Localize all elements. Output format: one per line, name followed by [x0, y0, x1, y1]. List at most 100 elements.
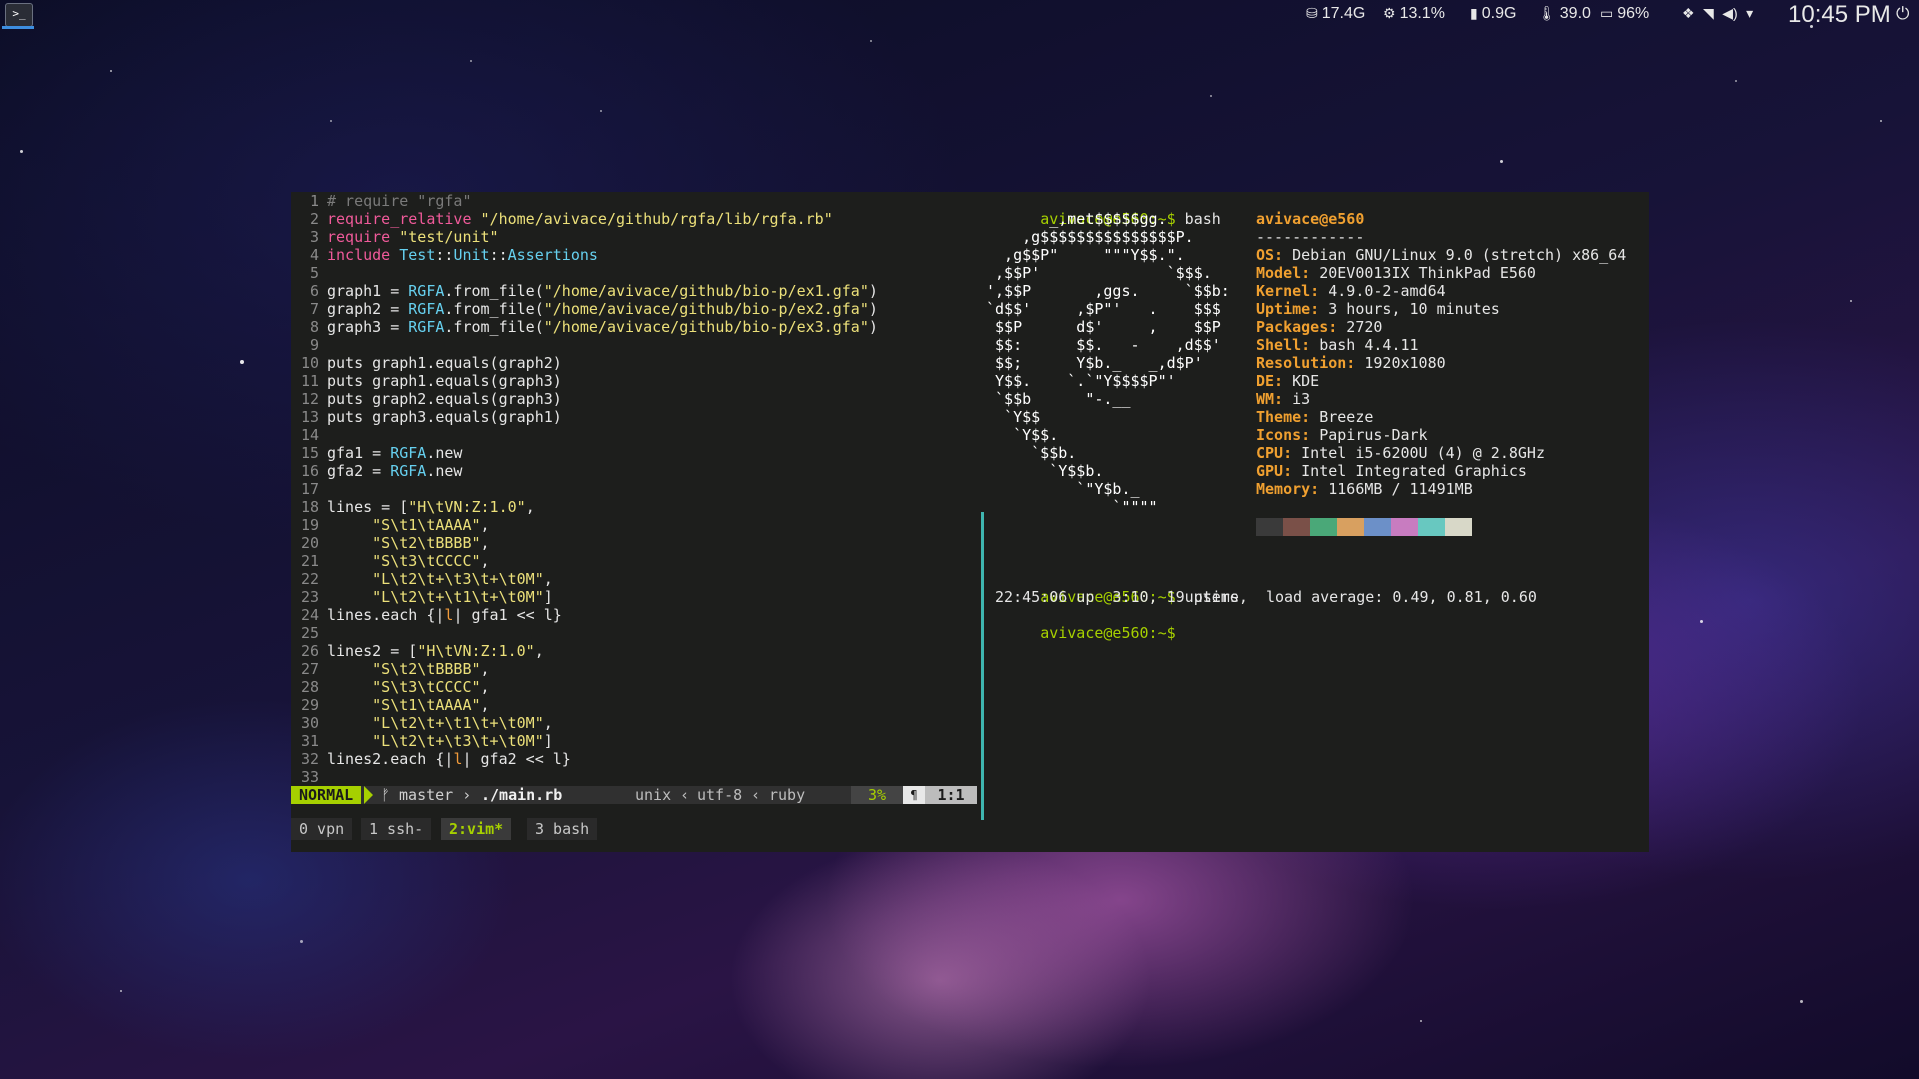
code-line[interactable]: 16 gfa2 = RGFA.new: [291, 462, 977, 480]
code-line[interactable]: 14: [291, 426, 977, 444]
line-number: 12: [300, 390, 319, 408]
code-token: lines.each {|: [327, 606, 445, 624]
code-line[interactable]: 5: [291, 264, 977, 282]
temperature-indicator[interactable]: 🌡 39.0: [1538, 5, 1591, 23]
code-token: ]: [543, 588, 553, 606]
code-line[interactable]: 2 require_relative "/home/avivace/github/…: [291, 210, 977, 228]
code-token: "/home/avivace/github/bio-p/ex2.gfa": [543, 300, 869, 318]
code-token: puts graph2.equals(graph3): [327, 390, 562, 408]
cpu-indicator[interactable]: ⚙ 13.1%: [1383, 5, 1445, 23]
code-line[interactable]: 19 "S\t1\tAAAA",: [291, 516, 977, 534]
ascii-line: $$; Y$b._ _,d$P': [986, 354, 1203, 372]
code-line[interactable]: 28 "S\t3\tCCCC",: [291, 678, 977, 696]
code-token: puts graph1.equals(graph2): [327, 354, 562, 372]
code-line[interactable]: 1 # require "rgfa": [291, 192, 977, 210]
code-line[interactable]: 20 "S\t2\tBBBB",: [291, 534, 977, 552]
code-line[interactable]: 22 "L\t2\t+\t3\t+\t0M",: [291, 570, 977, 588]
line-number: 29: [300, 696, 319, 714]
systray: ❖ ◥ ◀) ▾: [1682, 5, 1757, 23]
code-line[interactable]: 11 puts graph1.equals(graph3): [291, 372, 977, 390]
code-line[interactable]: 29 "S\t1\tAAAA",: [291, 696, 977, 714]
terminal-launcher-icon[interactable]: >_: [5, 3, 33, 27]
code-token: ,: [480, 552, 490, 570]
volume-icon[interactable]: ◀): [1722, 5, 1737, 22]
dropbox-icon[interactable]: ❖: [1682, 5, 1695, 22]
code-line[interactable]: 3 require "test/unit": [291, 228, 977, 246]
code-line[interactable]: 7 graph2 = RGFA.from_file("/home/avivace/…: [291, 300, 977, 318]
code-token: ,: [480, 696, 490, 714]
code-line[interactable]: 33: [291, 768, 977, 786]
code-line[interactable]: 21 "S\t3\tCCCC",: [291, 552, 977, 570]
code-token: ,: [480, 534, 490, 552]
code-line[interactable]: 6 graph1 = RGFA.from_file("/home/avivace/…: [291, 282, 977, 300]
code-line[interactable]: 30 "L\t2\t+\t1\t+\t0M",: [291, 714, 977, 732]
code-line[interactable]: 13 puts graph3.equals(graph1): [291, 408, 977, 426]
tmux-window-tab[interactable]: 2:vim*: [441, 818, 512, 840]
code-token: ): [868, 300, 878, 318]
tmux-window-tab[interactable]: 1 ssh-: [361, 818, 432, 840]
code-token: puts graph1.equals(graph3): [327, 372, 562, 390]
code-token: gfa2 =: [327, 462, 391, 480]
code-line[interactable]: 25: [291, 624, 977, 642]
info-line: CPU: Intel i5-6200U (4) @ 2.8GHz: [1256, 444, 1545, 462]
ram-indicator[interactable]: ▮ 0.9G: [1470, 5, 1516, 23]
info-key: OS:: [1256, 246, 1284, 264]
code-token: .new: [426, 462, 463, 480]
code-line[interactable]: 18 lines = ["H\tVN:Z:1.0",: [291, 498, 977, 516]
git-branch: ᚠ master ›: [381, 786, 472, 804]
code-line[interactable]: 17: [291, 480, 977, 498]
shell-pane[interactable]: avivace@e560:~$ bash _,met$$$$$gg. ,g$$$…: [986, 192, 1649, 804]
cursor-position: 1:1: [925, 786, 977, 804]
code-token: "S\t1\tAAAA": [372, 516, 481, 534]
tmux-statusbar: 0 vpn 1 ssh- 2:vim* 3 bash: [291, 818, 1649, 840]
palette-swatch: [1418, 518, 1445, 536]
info-value: Papirus-Dark: [1310, 426, 1428, 444]
code-line[interactable]: 23 "L\t2\t+\t1\t+\t0M"]: [291, 588, 977, 606]
code-line[interactable]: 15 gfa1 = RGFA.new: [291, 444, 977, 462]
code-token: .from_file(: [444, 300, 544, 318]
code-line[interactable]: 32 lines2.each {|l| gfa2 << l}: [291, 750, 977, 768]
vim-pane[interactable]: 1 # require "rgfa" 2 require_relative "/hom…: [291, 192, 977, 804]
ascii-line: `"Y$b._: [986, 480, 1140, 498]
ascii-line: ,g$$$$$$$$$$$$$$$P.: [986, 228, 1194, 246]
code-line[interactable]: 24 lines.each {|l| gfa1 << l}: [291, 606, 977, 624]
tmux-window-tab[interactable]: 0 vpn: [291, 818, 353, 840]
line-number: 18: [300, 498, 319, 516]
code-line[interactable]: 4 include Test::Unit::Assertions: [291, 246, 977, 264]
code-line[interactable]: 9: [291, 336, 977, 354]
info-key: Memory:: [1256, 480, 1320, 498]
line-number: 23: [300, 588, 319, 606]
ascii-line: `d$$' ,$P"' . $$$: [986, 300, 1221, 318]
chevron-down-icon[interactable]: ▾: [1746, 5, 1753, 22]
palette-swatch: [1256, 518, 1283, 536]
wifi-icon[interactable]: ◥: [1703, 5, 1714, 22]
code-line[interactable]: 12 puts graph2.equals(graph3): [291, 390, 977, 408]
battery-icon: ▭: [1600, 5, 1614, 21]
ascii-line: `Y$$.: [986, 426, 1059, 444]
code-line[interactable]: 26 lines2 = ["H\tVN:Z:1.0",: [291, 642, 977, 660]
info-value: 2720: [1337, 318, 1383, 336]
code-token: .from_file(: [444, 318, 544, 336]
line-number: 14: [300, 426, 319, 444]
info-line: Resolution: 1920x1080: [1256, 354, 1446, 372]
code-line[interactable]: 8 graph3 = RGFA.from_file("/home/avivace/…: [291, 318, 977, 336]
pane-divider[interactable]: [981, 512, 984, 820]
code-line[interactable]: 31 "L\t2\t+\t3\t+\t0M"]: [291, 732, 977, 750]
terminal-window[interactable]: 1 # require "rgfa" 2 require_relative "/hom…: [291, 192, 1649, 852]
battery-indicator[interactable]: ▭ 96%: [1600, 5, 1649, 23]
shell-line-current[interactable]: avivace@e560:~$: [986, 606, 1175, 660]
info-value: Debian GNU/Linux 9.0 (stretch) x86_64: [1283, 246, 1627, 264]
vim-mode: NORMAL: [291, 786, 362, 804]
info-value: KDE: [1283, 372, 1320, 390]
code-line[interactable]: 27 "S\t2\tBBBB",: [291, 660, 977, 678]
code-line[interactable]: 10 puts graph1.equals(graph2): [291, 354, 977, 372]
disk-indicator[interactable]: ⛁ 17.4G: [1306, 5, 1365, 23]
tmux-window-tab[interactable]: 3 bash: [527, 818, 598, 840]
power-icon[interactable]: ⏻: [1896, 4, 1909, 24]
clock[interactable]: 10:45 PM: [1788, 1, 1891, 29]
line-number: 21: [300, 552, 319, 570]
code-token: include: [327, 246, 400, 264]
